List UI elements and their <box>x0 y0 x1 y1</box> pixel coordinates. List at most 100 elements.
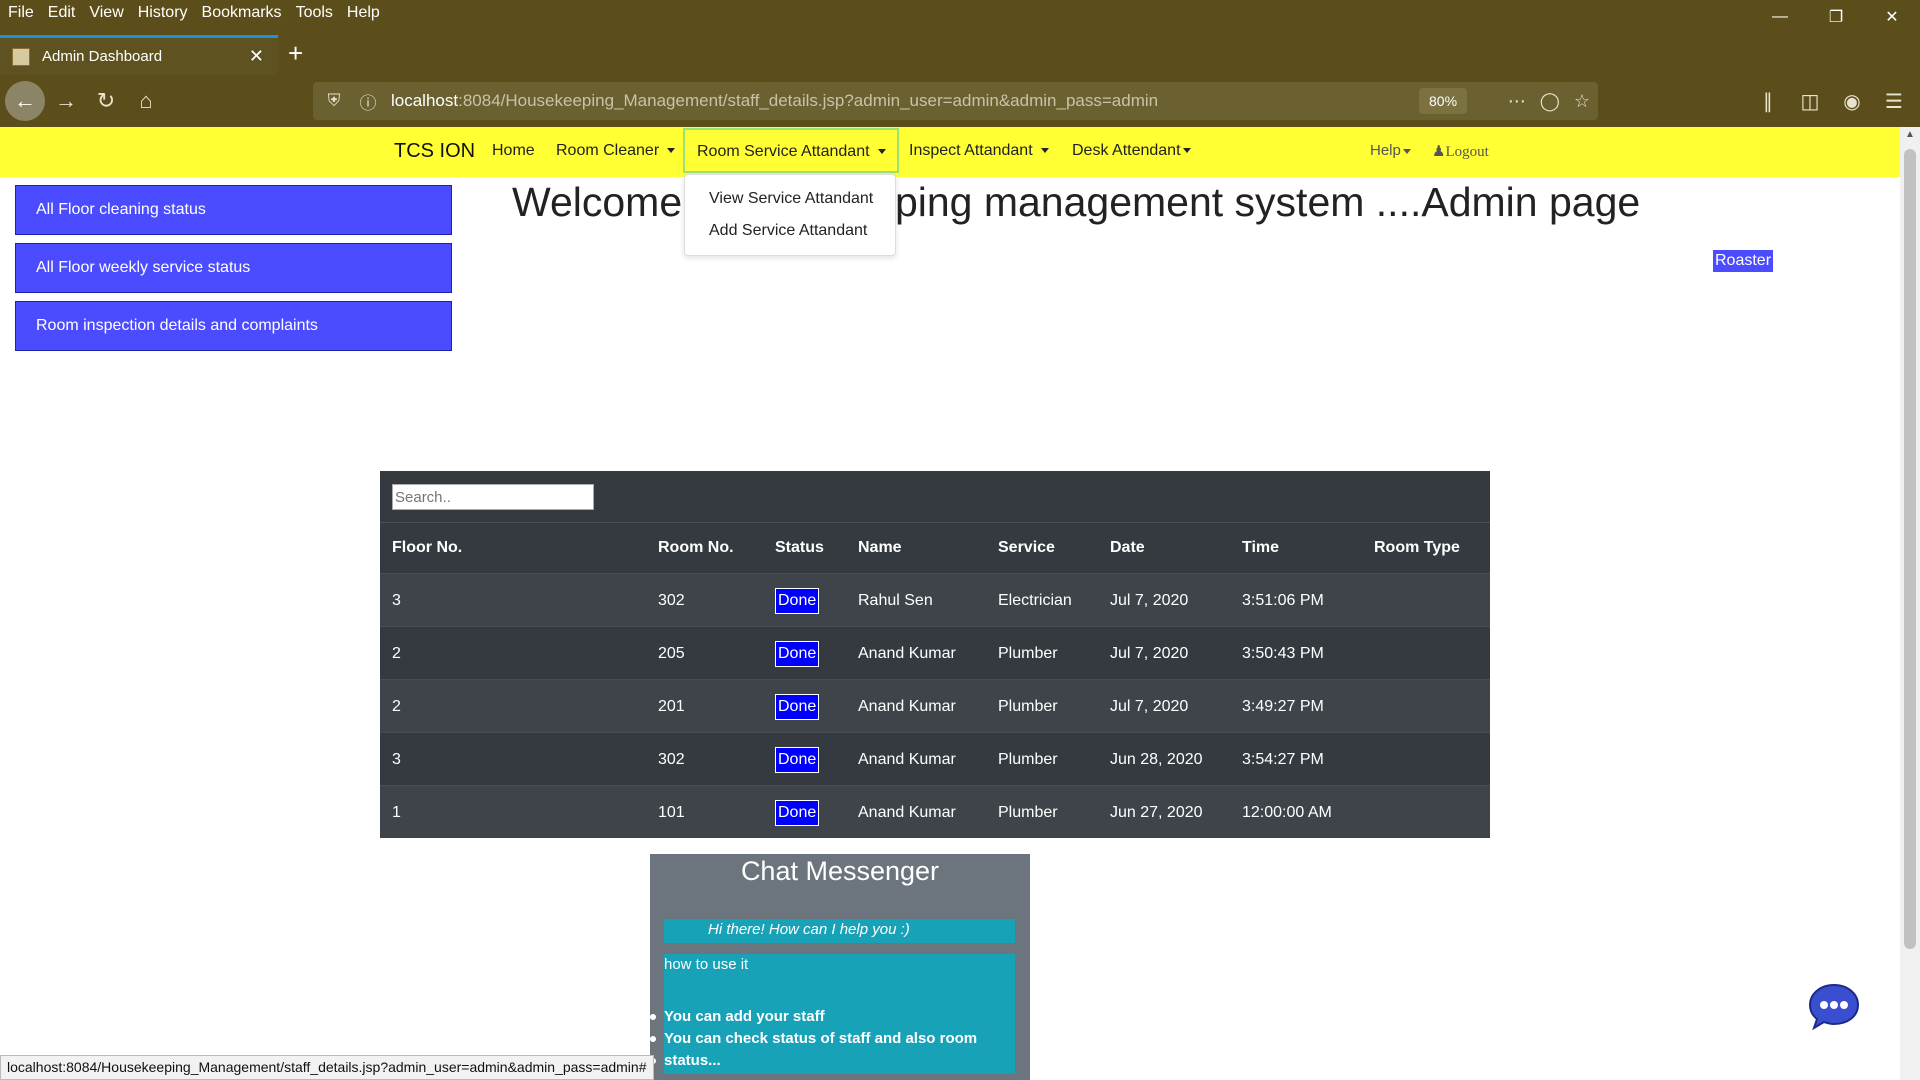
cell-status: Done <box>775 733 820 786</box>
tracking-shield-icon[interactable]: ⛨ <box>323 91 345 111</box>
status-bar-url: localhost:8084/Housekeeping_Management/s… <box>0 1055 654 1080</box>
browser-toolbar: ← → ↻ ⌂ ⛨ ⓘ localhost:8084/Housekeeping_… <box>0 75 1920 127</box>
browser-menubar: File Edit View History Bookmarks Tools H… <box>0 0 1920 25</box>
dropdown-view-service-attandant[interactable]: View Service Attandant <box>709 190 873 208</box>
status-badge[interactable]: Done <box>775 587 820 614</box>
menu-help[interactable]: Help <box>341 4 386 22</box>
menu-history[interactable]: History <box>132 4 194 22</box>
header-room-type: Room Type <box>1374 539 1460 556</box>
bookmark-star-icon[interactable]: ☆ <box>1574 91 1590 112</box>
menu-tools[interactable]: Tools <box>290 4 339 22</box>
chevron-down-icon <box>877 149 886 155</box>
scroll-up-icon[interactable]: ▲ <box>1900 129 1920 140</box>
chat-bubble-icon[interactable] <box>1808 982 1860 1032</box>
dropdown-add-service-attandant[interactable]: Add Service Attandant <box>709 222 867 240</box>
sidebar-weekly-service-status[interactable]: All Floor weekly service status <box>15 243 452 293</box>
toolbar-right: ∥ ◫ ◉ ☰ <box>1750 81 1912 121</box>
site-info-icon[interactable]: ⓘ <box>357 89 379 114</box>
table-row: 3 302 Done Anand Kumar Plumber Jun 28, 2… <box>380 732 1490 785</box>
cell-date: Jun 27, 2020 <box>1110 804 1203 821</box>
nav-help[interactable]: Help <box>1370 142 1411 159</box>
cell-room: 201 <box>658 698 685 715</box>
menu-edit[interactable]: Edit <box>42 4 82 22</box>
cell-date: Jul 7, 2020 <box>1110 592 1189 609</box>
table-header: Floor No. Room No. Status Name Service D… <box>380 523 1490 573</box>
status-badge[interactable]: Done <box>775 746 820 773</box>
menu-bookmarks[interactable]: Bookmarks <box>196 4 288 22</box>
url-actions: ⋯ ◯ ☆ <box>1508 82 1590 120</box>
cell-floor: 2 <box>392 645 401 662</box>
header-time: Time <box>1242 539 1280 556</box>
page-scrollbar[interactable]: ▲ <box>1900 127 1920 1080</box>
account-icon[interactable]: ◉ <box>1834 81 1870 121</box>
status-badge[interactable]: Done <box>775 799 820 826</box>
menu-file[interactable]: File <box>2 4 40 22</box>
cell-status: Done <box>775 680 820 733</box>
cell-room: 302 <box>658 751 685 768</box>
sidebar-toggle-icon[interactable]: ◫ <box>1792 81 1828 121</box>
header-service: Service <box>998 539 1055 556</box>
roaster-button[interactable]: Roaster <box>1713 250 1774 272</box>
scrollbar-thumb[interactable] <box>1904 149 1916 949</box>
chevron-down-icon <box>667 148 676 154</box>
chevron-down-icon <box>1040 148 1049 154</box>
hamburger-menu-icon[interactable]: ☰ <box>1876 81 1912 121</box>
menu-view[interactable]: View <box>83 4 129 22</box>
header-date: Date <box>1110 539 1145 556</box>
library-icon[interactable]: ∥ <box>1750 81 1786 121</box>
page-favicon-icon <box>12 47 30 66</box>
tab-strip: Admin Dashboard ✕ + <box>0 25 1920 75</box>
url-bar[interactable]: ⛨ ⓘ localhost:8084/Housekeeping_Manageme… <box>313 82 1598 120</box>
tab-admin-dashboard[interactable]: Admin Dashboard ✕ <box>0 35 278 75</box>
header-room: Room No. <box>658 539 734 556</box>
forward-icon[interactable]: → <box>46 81 86 121</box>
staff-table-panel: Floor No. Room No. Status Name Service D… <box>380 471 1490 838</box>
cell-name: Anand Kumar <box>858 645 956 662</box>
chat-greeting: Hi there! How can I help you :) <box>664 919 1015 943</box>
sidebar-floor-cleaning-status[interactable]: All Floor cleaning status <box>15 185 452 235</box>
cell-name: Anand Kumar <box>858 804 956 821</box>
nav-room-service-attandant[interactable]: Room Service Attandant <box>683 128 899 173</box>
cell-status: Done <box>775 627 820 680</box>
page-actions-icon[interactable]: ⋯ <box>1508 91 1526 112</box>
nav-logout[interactable]: ♟Logout <box>1432 142 1489 161</box>
nav-inspect-attandant[interactable]: Inspect Attandant <box>909 142 1049 160</box>
brand-logo[interactable]: TCS ION <box>394 140 475 163</box>
status-badge[interactable]: Done <box>775 640 820 667</box>
close-tab-icon[interactable]: ✕ <box>249 46 264 67</box>
cell-service: Plumber <box>998 804 1058 821</box>
chat-answer-item: You can check status of staff and also r… <box>650 1030 1030 1047</box>
pocket-icon[interactable]: ◯ <box>1540 91 1560 112</box>
home-icon[interactable]: ⌂ <box>126 81 166 121</box>
chat-title: Chat Messenger <box>740 856 940 886</box>
search-input[interactable] <box>392 484 594 510</box>
reload-icon[interactable]: ↻ <box>86 81 126 121</box>
back-icon[interactable]: ← <box>5 81 45 121</box>
table-row: 2 205 Done Anand Kumar Plumber Jul 7, 20… <box>380 626 1490 679</box>
table-row: 1 101 Done Anand Kumar Plumber Jun 27, 2… <box>380 785 1490 838</box>
cell-time: 3:50:43 PM <box>1242 645 1324 662</box>
nav-room-cleaner[interactable]: Room Cleaner <box>556 142 676 160</box>
url-text[interactable]: localhost:8084/Housekeeping_Management/s… <box>391 91 1158 111</box>
page-title: Welcome eping management system ....Admin… <box>512 179 1641 225</box>
site-navbar: TCS ION Home Room Cleaner Room Service A… <box>0 127 1900 177</box>
nav-desk-attendant[interactable]: Desk Attendant <box>1072 142 1191 160</box>
sidebar-room-inspection[interactable]: Room inspection details and complaints <box>15 301 452 351</box>
cell-floor: 2 <box>392 698 401 715</box>
zoom-level[interactable]: 80% <box>1419 88 1468 114</box>
header-floor: Floor No. <box>392 539 463 556</box>
chevron-down-icon <box>1182 148 1191 154</box>
user-logout-icon: ♟ <box>1432 144 1446 160</box>
status-badge[interactable]: Done <box>775 693 820 720</box>
new-tab-icon[interactable]: + <box>288 38 303 69</box>
cell-service: Plumber <box>998 645 1058 662</box>
cell-service: Electrician <box>998 592 1072 609</box>
nav-home[interactable]: Home <box>492 142 535 160</box>
cell-room: 101 <box>658 804 685 821</box>
cell-room: 302 <box>658 592 685 609</box>
cell-floor: 3 <box>392 592 401 609</box>
cell-status: Done <box>775 574 820 627</box>
cell-date: Jun 28, 2020 <box>1110 751 1203 768</box>
tab-title: Admin Dashboard <box>42 48 163 65</box>
cell-floor: 1 <box>392 804 401 821</box>
